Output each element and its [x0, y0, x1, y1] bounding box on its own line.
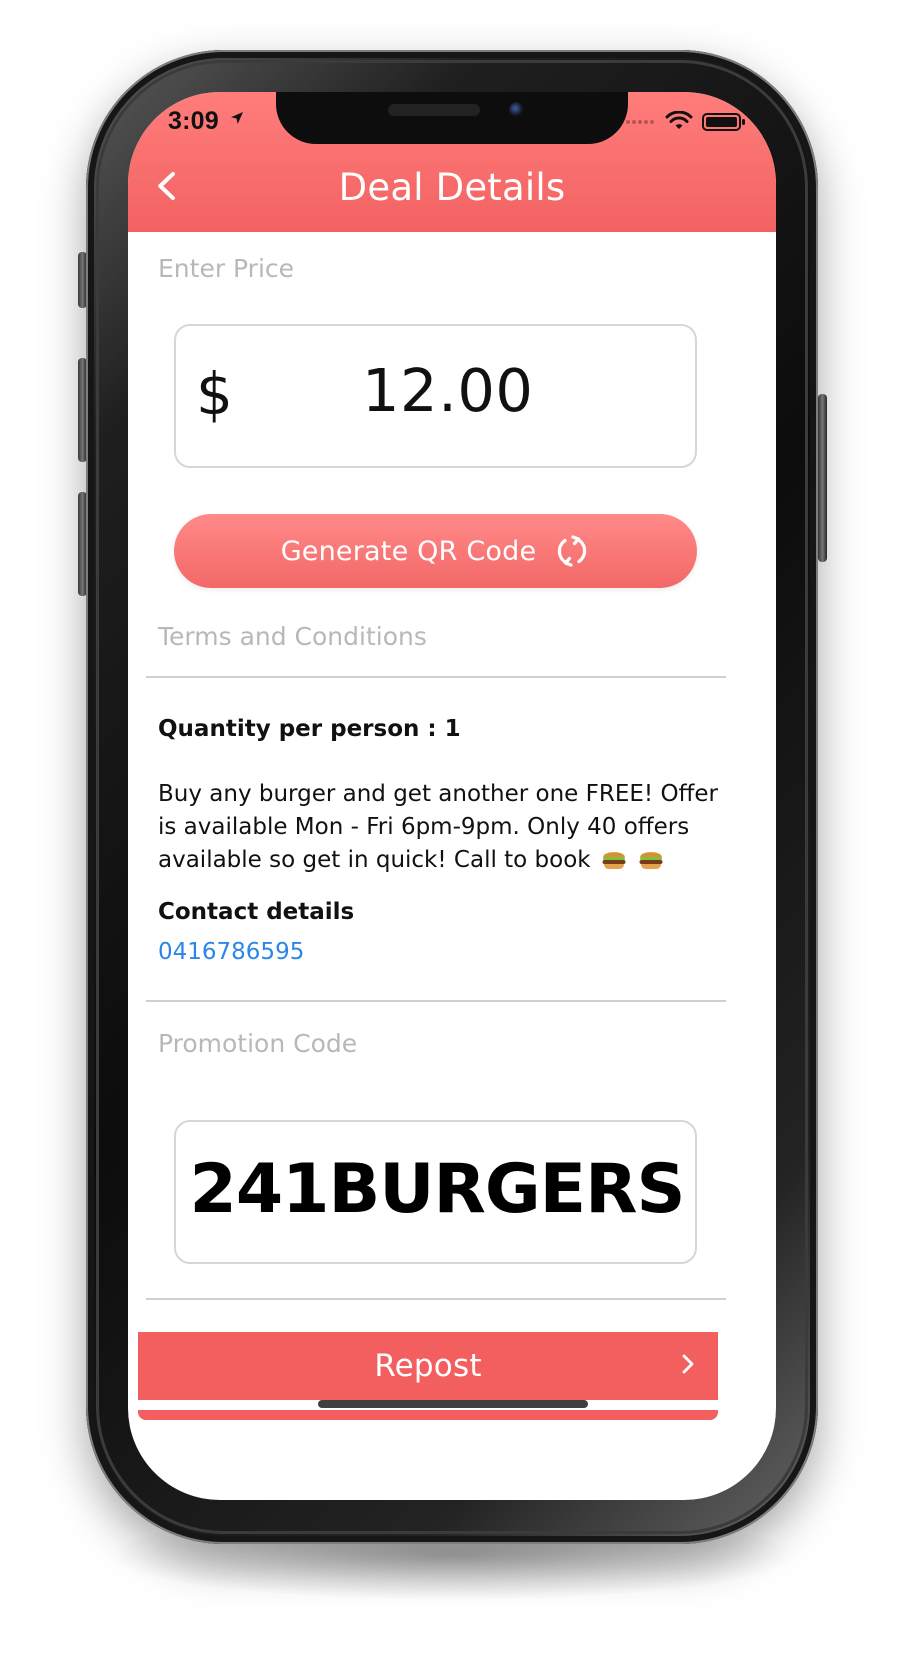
section-divider [146, 1000, 726, 1002]
promotion-code-value: 241BURGERS [189, 1150, 686, 1229]
terms-description: Buy any burger and get another one FREE!… [158, 778, 724, 877]
navigation-header: 3:09 Deal Details [128, 92, 776, 232]
promotion-section-label: Promotion Code [158, 1029, 358, 1058]
status-time: 3:09 [168, 107, 219, 135]
repost-bar-bottom [138, 1410, 718, 1420]
contact-phone-link[interactable]: 0416786595 [158, 939, 304, 965]
location-arrow-icon [230, 111, 244, 125]
chevron-right-icon [676, 1352, 700, 1376]
device-stage: 3:09 Deal Details Enter Price $ 12.00 Ge… [0, 0, 904, 1654]
signal-dots-icon [626, 119, 656, 125]
burger-icon [637, 847, 665, 871]
repost-button[interactable]: Repost [138, 1332, 718, 1400]
burger-icon [600, 847, 628, 871]
terms-description-text: Buy any burger and get another one FREE!… [158, 781, 719, 873]
section-divider [146, 1298, 726, 1300]
battery-icon [702, 113, 746, 131]
section-divider [146, 676, 726, 678]
generate-qr-code-label: Generate QR Code [280, 535, 537, 567]
page-title: Deal Details [338, 166, 566, 209]
status-indicators [626, 110, 746, 133]
generate-qr-code-button[interactable]: Generate QR Code [174, 514, 697, 588]
price-input[interactable]: $ 12.00 [174, 324, 697, 468]
home-indicator[interactable] [318, 1400, 588, 1408]
refresh-icon [554, 533, 590, 569]
device-notch [276, 92, 628, 144]
price-section-label: Enter Price [158, 254, 295, 283]
currency-symbol: $ [196, 360, 233, 428]
notch-camera [509, 102, 525, 118]
contact-details-label: Contact details [158, 899, 355, 925]
price-value: 12.00 [362, 356, 534, 425]
wifi-icon [665, 110, 693, 131]
promotion-code-box: 241BURGERS [174, 1120, 697, 1264]
quantity-per-person: Quantity per person : 1 [158, 716, 461, 742]
terms-section-label: Terms and Conditions [158, 622, 427, 651]
repost-button-label: Repost [374, 1348, 482, 1384]
notch-speaker [388, 104, 480, 116]
app-screen: 3:09 Deal Details Enter Price $ 12.00 Ge… [128, 92, 776, 1500]
power-button [818, 394, 827, 562]
